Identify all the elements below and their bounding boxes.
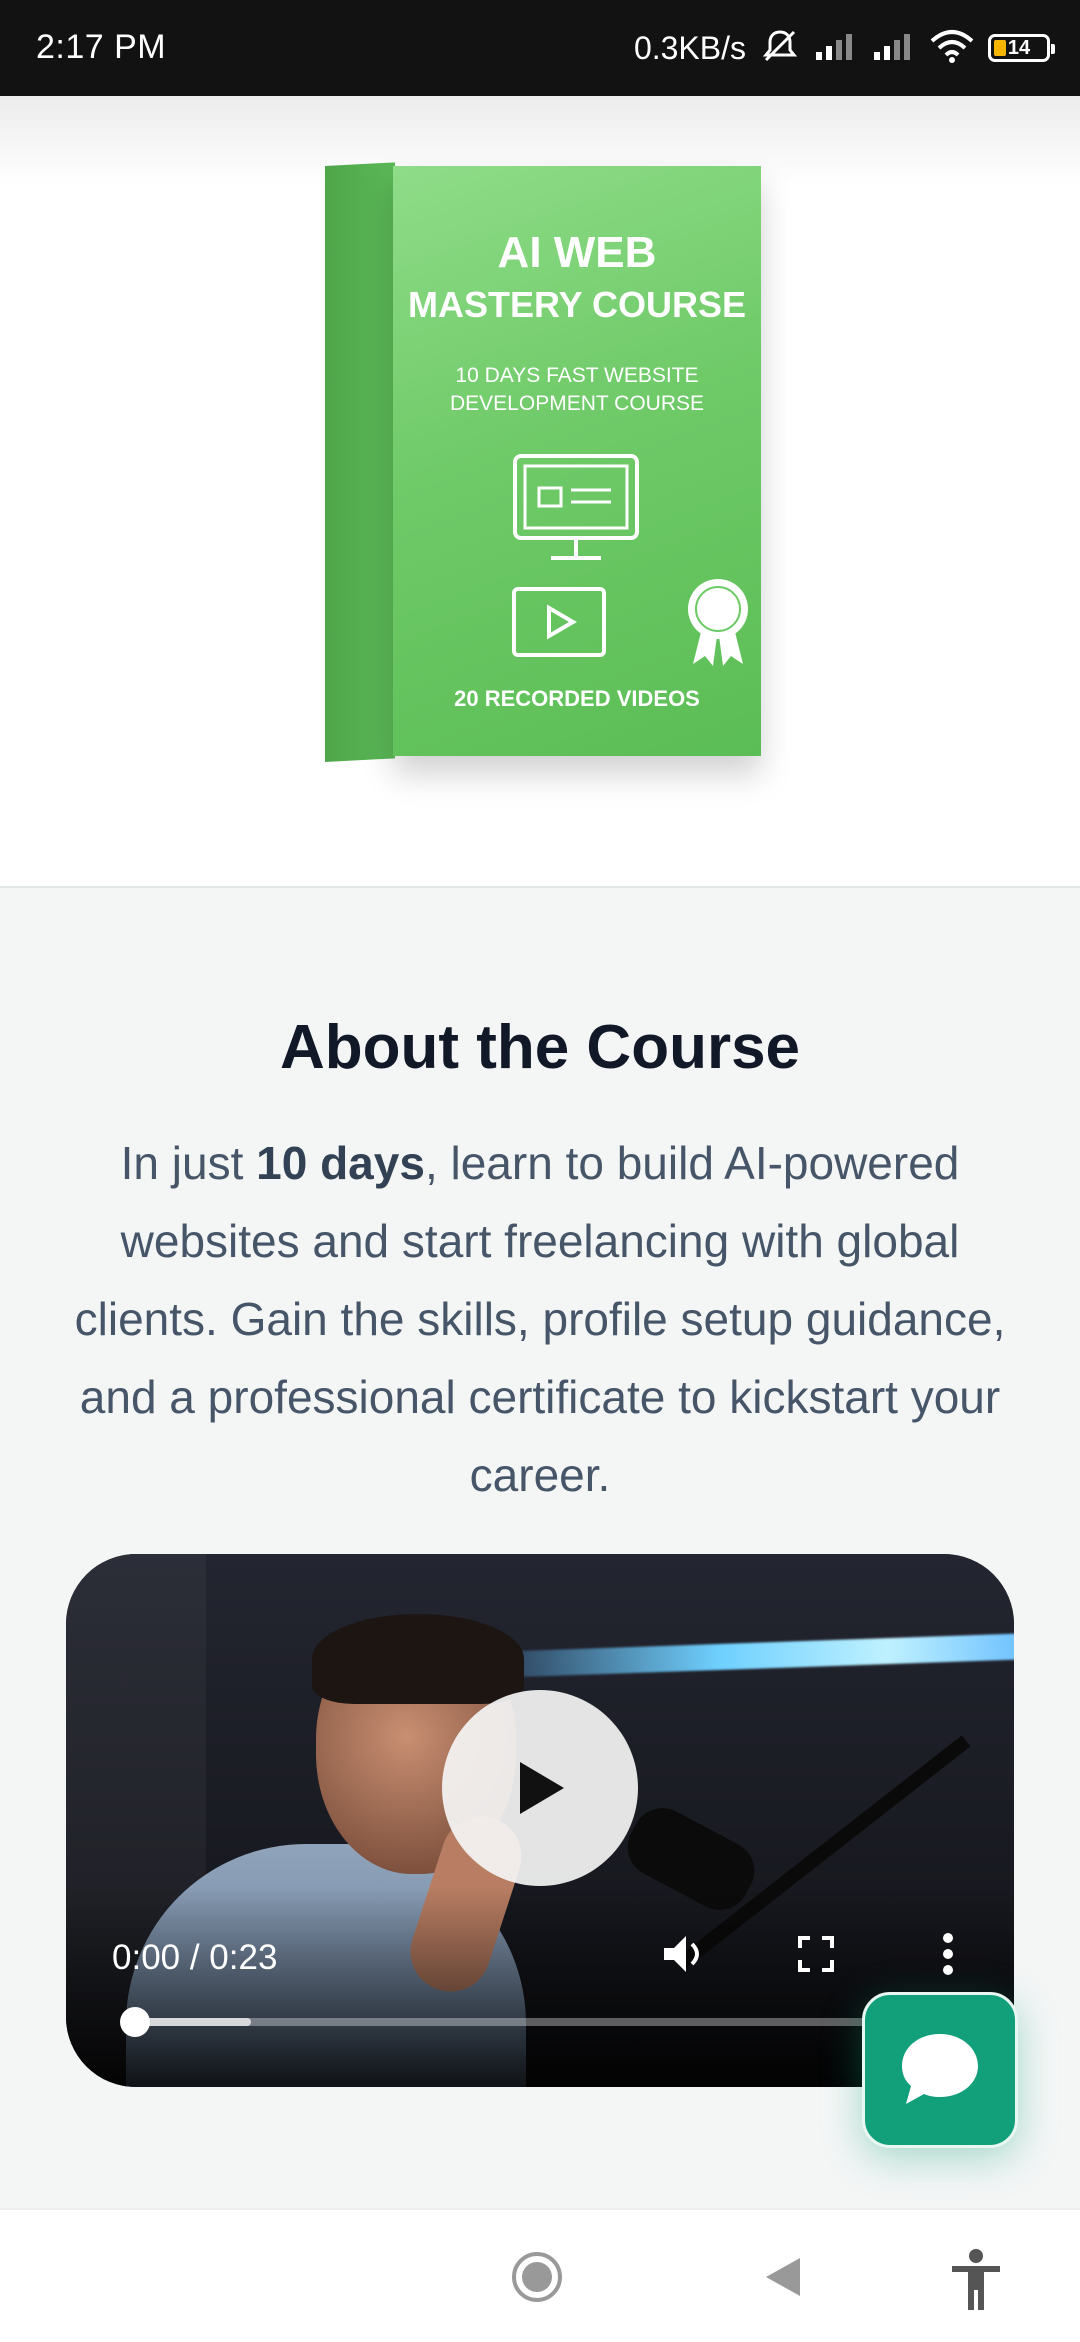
play-icon: [520, 1762, 564, 1814]
course-box-image: AI WEB MASTERY COURSE 10 DAYS FAST WEBSI…: [325, 162, 761, 763]
home-circle-icon: [512, 2252, 562, 2302]
product-hero: AI WEB MASTERY COURSE 10 DAYS FAST WEBSI…: [0, 96, 1080, 886]
monitor-icon: [511, 452, 641, 577]
accessibility-button[interactable]: [948, 2248, 1004, 2317]
about-description: In just 10 days, learn to build AI-power…: [74, 1137, 1006, 1501]
home-button[interactable]: [510, 2250, 564, 2309]
status-bar: 2:17 PM 0.3KB/s 14: [0, 0, 1080, 96]
signal-icon: [872, 30, 916, 67]
back-button[interactable]: [760, 2254, 806, 2305]
back-triangle-icon: [766, 2258, 800, 2296]
certificate-badge-icon: [683, 574, 753, 675]
battery-icon: 14: [988, 34, 1055, 62]
video-scrubber[interactable]: [120, 2007, 150, 2037]
play-button[interactable]: [442, 1690, 638, 1886]
status-icons: 0.3KB/s 14: [633, 22, 1055, 74]
fullscreen-icon: [798, 1936, 834, 1972]
fullscreen-button[interactable]: [796, 1934, 836, 1979]
mute-icon: [760, 26, 800, 71]
status-time: 2:17 PM: [36, 28, 167, 66]
chat-button[interactable]: [862, 1992, 1018, 2148]
section-title: About the Course: [279, 1013, 801, 1082]
box-subtitle: 10 DAYS FAST WEBSITE: [455, 364, 699, 387]
video-icon: [511, 586, 607, 663]
highlight-text: 10 days: [256, 1137, 425, 1189]
accessibility-icon: [952, 2249, 1000, 2310]
box-title: AI WEB: [497, 228, 657, 277]
network-speed: 0.3KB/s: [633, 29, 746, 66]
video-time: 0:00 / 0:23: [112, 1938, 278, 1977]
box-title-sub: MASTERY COURSE: [407, 284, 747, 325]
more-vert-icon: [943, 1933, 953, 1975]
chat-bubble-icon: [902, 2034, 978, 2104]
volume-icon: [664, 1936, 699, 1972]
signal-icon: [814, 30, 858, 67]
video-progress-bar[interactable]: [120, 2007, 948, 2037]
box-footer: 20 RECORDED VIDEOS: [454, 686, 700, 711]
box-subtitle: DEVELOPMENT COURSE: [450, 392, 704, 415]
more-options-button[interactable]: [938, 1930, 958, 1983]
system-nav-bar: [0, 2208, 1080, 2342]
wifi-icon: [930, 29, 974, 68]
battery-level: 14: [1007, 36, 1031, 59]
volume-button[interactable]: [660, 1930, 708, 1983]
